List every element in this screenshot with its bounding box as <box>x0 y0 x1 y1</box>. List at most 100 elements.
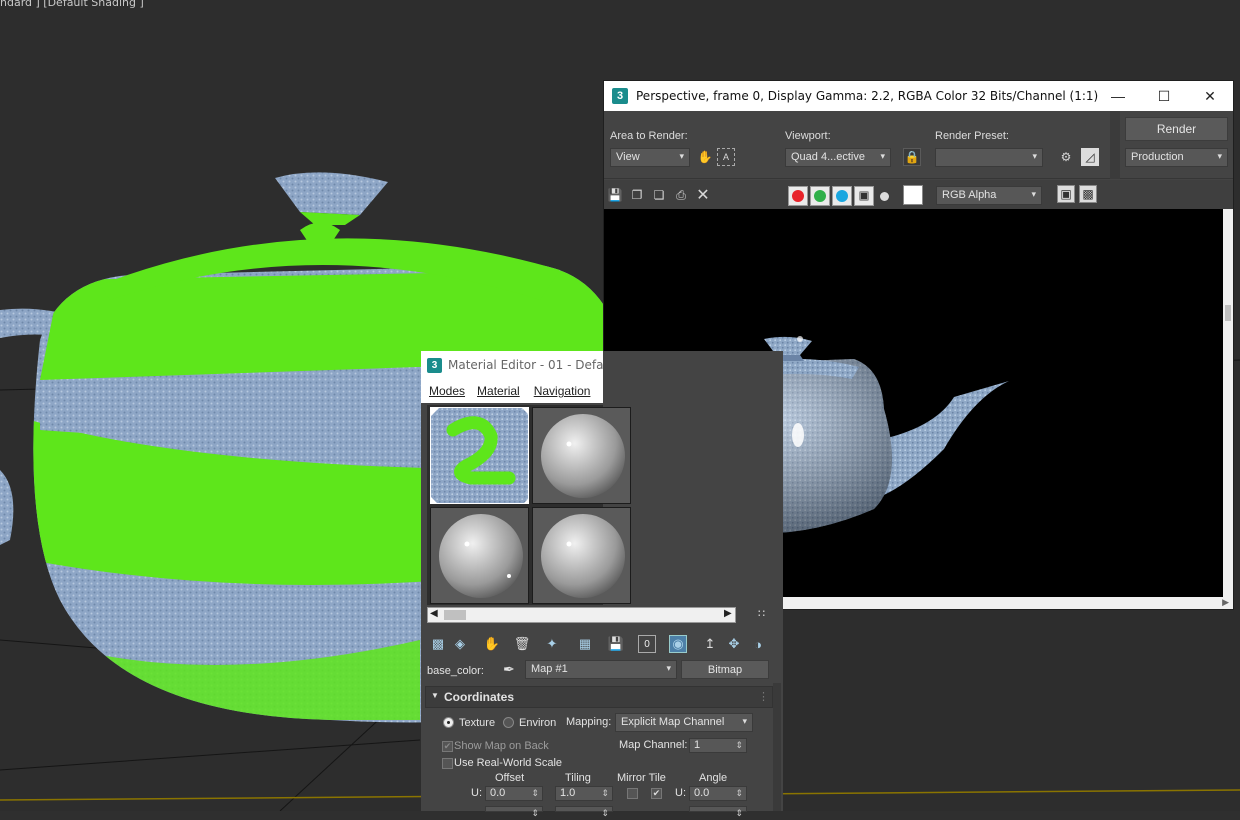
print-icon[interactable]: ⎙ <box>672 186 690 204</box>
material-editor-titlebar[interactable]: 3 Material Editor - 01 - Defau <box>421 351 603 379</box>
map-channel-spinner[interactable]: 1 <box>689 738 747 753</box>
offset-header: Offset <box>495 772 525 784</box>
lock-icon[interactable]: 🔒 <box>903 148 921 166</box>
sample-slots-panel <box>427 405 631 605</box>
u-tile-checkbox[interactable]: ✔ <box>651 788 662 799</box>
toolbar-separator <box>1110 111 1120 179</box>
u-angle-spinner[interactable]: 0.0 <box>689 786 747 801</box>
menu-material[interactable]: Material <box>477 384 520 398</box>
blue-channel-button[interactable] <box>832 186 852 206</box>
copy-image-icon[interactable]: ❐ <box>628 186 646 204</box>
scroll-right-icon[interactable]: ▶ <box>1222 597 1229 608</box>
go-to-parent-icon[interactable]: ↥ <box>701 635 719 653</box>
green-channel-button[interactable] <box>810 186 830 206</box>
material-editor-window[interactable]: 3 Material Editor - 01 - Defau Modes Mat… <box>421 351 783 820</box>
put-to-scene-icon[interactable]: ◈ <box>451 635 469 653</box>
render-output-toolbar: 💾 ❐ ❏ ⎙ ✕ RGB Alpha ▣ ▩ <box>604 180 1233 209</box>
viewport-label-text: Viewport: <box>785 130 831 142</box>
material-name-row: base_color: ✒ Map #1 Bitmap <box>421 657 783 683</box>
render-preset-dropdown[interactable] <box>935 148 1043 167</box>
render-window-title: Perspective, frame 0, Display Gamma: 2.2… <box>636 89 1099 103</box>
environ-radio[interactable] <box>503 717 514 728</box>
base-color-label: base_color: <box>427 665 484 677</box>
render-settings-toolbar: Area to Render: View ✋ A Viewport: Quad … <box>604 111 1233 179</box>
channel-display-dropdown[interactable]: RGB Alpha <box>936 186 1042 205</box>
menu-navigation[interactable]: Navigation <box>534 384 591 398</box>
sample-slot[interactable] <box>430 507 529 604</box>
real-world-scale-label: Use Real-World Scale <box>454 757 563 769</box>
coordinates-rollout-title: Coordinates <box>444 690 515 704</box>
v-angle-spinner[interactable] <box>689 806 747 820</box>
sample-slot-active[interactable] <box>430 407 529 504</box>
monochrome-icon[interactable] <box>880 192 889 201</box>
sample-slots-scrollbar[interactable]: ◀ ▶ <box>427 607 736 623</box>
u-mirror-checkbox[interactable] <box>627 788 638 799</box>
environment-icon[interactable]: ◿ <box>1081 148 1099 166</box>
coordinates-rollout-header[interactable]: ▼ Coordinates ⋮ <box>425 686 773 708</box>
app-logo-icon: 3 <box>612 88 628 104</box>
menu-modes[interactable]: Modes <box>429 384 465 398</box>
panel-grip-icon[interactable]: ∷ <box>758 607 765 620</box>
rollout-grip-icon[interactable]: ⋮ <box>758 690 769 703</box>
area-to-render-label: Area to Render: <box>610 130 688 142</box>
u-angle-label: U: <box>675 787 686 799</box>
sample-slot[interactable] <box>532 407 631 504</box>
map-channel-label: Map Channel: <box>619 739 688 751</box>
render-button[interactable]: Render <box>1125 117 1228 141</box>
render-vertical-scrollbar[interactable] <box>1223 209 1233 597</box>
v-offset-spinner[interactable] <box>485 806 543 820</box>
clear-icon[interactable]: ✕ <box>694 186 712 204</box>
show-map-on-back-checkbox[interactable]: ✔ <box>442 741 453 752</box>
swatch-icon[interactable] <box>903 185 923 205</box>
render-setup-icon[interactable]: ⚙ <box>1057 148 1075 166</box>
map-name-dropdown[interactable]: Map #1 <box>525 660 677 679</box>
save-library-icon[interactable]: 💾 <box>607 635 625 653</box>
hand-pan-icon[interactable]: ✋ <box>696 148 714 166</box>
v-tiling-spinner[interactable] <box>555 806 613 820</box>
production-dropdown[interactable]: Production <box>1125 148 1228 167</box>
scroll-right-icon[interactable]: ▶ <box>724 608 732 619</box>
get-material-icon[interactable]: ▩ <box>429 635 447 653</box>
viewport-dropdown[interactable]: Quad 4...ective <box>785 148 891 167</box>
material-editor-title: Material Editor - 01 - Defau <box>448 358 603 372</box>
toggle-ui-overlay-icon[interactable]: ▣ <box>1057 185 1075 203</box>
mapping-dropdown[interactable]: Explicit Map Channel <box>615 713 753 732</box>
clone-window-icon[interactable]: ❏ <box>650 186 668 204</box>
close-icon[interactable]: ✕ <box>1187 81 1233 111</box>
tiling-header: Tiling <box>565 772 591 784</box>
render-window-titlebar[interactable]: 3 Perspective, frame 0, Display Gamma: 2… <box>604 81 1233 111</box>
environ-label: Environ <box>519 717 557 729</box>
delete-icon[interactable]: 🗑 <box>513 635 531 653</box>
go-forward-sibling-icon[interactable]: ✥ <box>725 635 743 653</box>
red-channel-button[interactable] <box>788 186 808 206</box>
assign-material-icon[interactable]: ✋ <box>483 635 501 653</box>
bitmap-type-button[interactable]: Bitmap <box>681 660 769 679</box>
copy-material-icon[interactable]: ✦ <box>543 635 561 653</box>
minimize-icon[interactable]: — <box>1095 81 1141 111</box>
u-tiling-spinner[interactable]: 1.0 <box>555 786 613 801</box>
material-editor-scrollbar[interactable] <box>773 683 781 811</box>
material-effects-icon[interactable]: ▦ <box>576 635 594 653</box>
texture-radio[interactable] <box>443 717 454 728</box>
mirror-tile-header: Mirror Tile <box>617 772 666 784</box>
pick-from-object-icon[interactable]: ◑ <box>749 635 767 653</box>
real-world-scale-checkbox[interactable] <box>442 758 453 769</box>
scroll-left-icon[interactable]: ◀ <box>430 608 438 619</box>
scroll-thumb[interactable] <box>1225 305 1231 321</box>
slot-scroll-thumb[interactable] <box>444 610 466 620</box>
maximize-icon[interactable]: ☐ <box>1141 81 1187 111</box>
collapse-arrow-icon[interactable]: ▼ <box>431 691 439 700</box>
sample-slot[interactable] <box>532 507 631 604</box>
eyedropper-icon[interactable]: ✒ <box>503 661 515 678</box>
material-editor-menubar: Modes Material Navigation <box>421 379 603 403</box>
u-offset-spinner[interactable]: 0.0 <box>485 786 543 801</box>
auto-region-icon[interactable]: A <box>717 148 735 166</box>
material-id-icon[interactable]: 0 <box>638 635 656 653</box>
angle-header: Angle <box>699 772 728 784</box>
alpha-channel-button[interactable] <box>854 186 874 206</box>
material-editor-toolbar: ▩ ◈ ✋ 🗑 ✦ ▦ 💾 0 ◉ ↥ ✥ ◑ <box>421 631 783 657</box>
area-to-render-dropdown[interactable]: View <box>610 148 690 167</box>
toggle-ui-icon[interactable]: ▩ <box>1079 185 1097 203</box>
show-map-icon[interactable]: ◉ <box>669 635 687 653</box>
save-image-icon[interactable]: 💾 <box>606 186 624 204</box>
